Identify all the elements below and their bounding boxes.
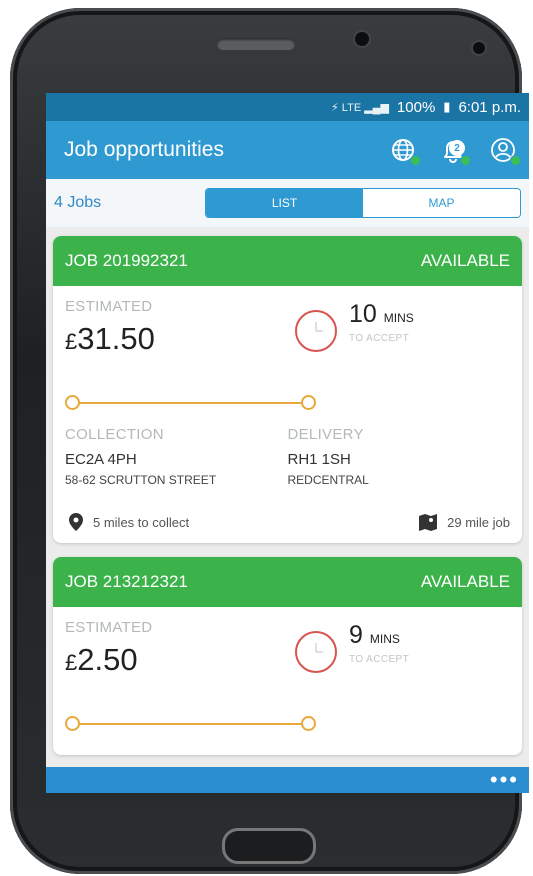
home-button[interactable] [222, 828, 316, 864]
collection-point-icon [65, 395, 80, 410]
globe-button[interactable] [389, 136, 421, 166]
delivery-postcode: RH1 1SH [287, 451, 351, 468]
phone-frame: ⚡ LTE ▂▄▆ 100% ▮ 6:01 p.m. Job opportuni… [10, 8, 529, 874]
accept-minutes: 10 MINS [349, 300, 414, 329]
minutes-unit: MINS [369, 632, 400, 646]
front-camera-icon [355, 32, 369, 46]
route-line [65, 384, 510, 426]
estimated-label: ESTIMATED [65, 619, 153, 636]
job-distance-text: 29 mile job [447, 514, 510, 530]
tab-list[interactable]: LIST [206, 189, 364, 217]
notifications-button[interactable]: 2 [439, 136, 471, 166]
status-bar: ⚡ LTE ▂▄▆ 100% ▮ 6:01 p.m. [46, 93, 529, 121]
minutes-value: 10 [349, 300, 377, 328]
notification-badge: 2 [449, 140, 465, 156]
list-controls: 4 Jobs LIST MAP [46, 179, 529, 227]
delivery-label: DELIVERY [287, 426, 364, 443]
app-screen: ⚡ LTE ▂▄▆ 100% ▮ 6:01 p.m. Job opportuni… [46, 93, 529, 793]
minutes-value: 9 [349, 621, 363, 649]
job-card-header: JOB 213212321 AVAILABLE [53, 557, 522, 607]
accept-label: TO ACCEPT [349, 654, 410, 665]
more-options-button[interactable]: ••• [490, 767, 519, 793]
currency-symbol: £ [65, 650, 78, 675]
location-pin-icon [69, 513, 83, 531]
map-icon [419, 514, 438, 531]
route-track [75, 723, 307, 725]
currency-symbol: £ [65, 329, 78, 354]
job-card[interactable]: JOB 213212321 AVAILABLE ESTIMATED £2.50 [53, 557, 522, 755]
job-id: JOB 213212321 [65, 572, 188, 591]
delivery-street: REDCENTRAL [287, 473, 369, 487]
route-track [75, 402, 307, 404]
collection-label: COLLECTION [65, 426, 164, 443]
collection-point-icon [65, 716, 80, 731]
accept-minutes: 9 MINS [349, 621, 409, 650]
delivery-point-icon [301, 716, 316, 731]
battery-icon: ▮ [443, 99, 451, 114]
page-title: Job opportunities [64, 138, 224, 161]
collection-postcode: EC2A 4PH [65, 451, 137, 468]
battery-percent: 100% [396, 98, 436, 116]
bell-status-dot [460, 155, 471, 166]
job-list: JOB 201992321 AVAILABLE ESTIMATED £31.50 [46, 236, 529, 755]
price-value: 2.50 [77, 642, 138, 677]
account-status-dot [510, 155, 521, 166]
clock-icon [295, 310, 337, 352]
collection-street: 58-62 SCRUTTON STREET [65, 473, 217, 487]
job-card[interactable]: JOB 201992321 AVAILABLE ESTIMATED £31.50 [53, 236, 522, 543]
globe-status-dot [410, 155, 421, 166]
collect-distance-text: 5 miles to collect [93, 514, 190, 530]
phone-speaker [217, 38, 295, 50]
job-distance: 29 mile job [417, 511, 510, 533]
clock-icon [295, 631, 337, 673]
job-price: £31.50 [65, 321, 293, 357]
job-id: JOB 201992321 [65, 251, 188, 270]
app-bar: Job opportunities 2 [46, 121, 529, 179]
job-card-header: JOB 201992321 AVAILABLE [53, 236, 522, 286]
job-price: £2.50 [65, 642, 293, 678]
collect-distance: 5 miles to collect [65, 511, 189, 533]
job-distances: 5 miles to collect 29 mile job [65, 509, 510, 535]
signal-icons: ⚡ LTE ▂▄▆ [331, 101, 389, 114]
delivery-point-icon [301, 395, 316, 410]
bottom-bar: ••• [46, 767, 529, 793]
view-toggle: LIST MAP [205, 188, 521, 218]
job-card-body: ESTIMATED £2.50 9 MINS TO ACCEPT [53, 607, 522, 755]
sensor-icon [473, 42, 485, 54]
minutes-unit: MINS [383, 311, 414, 325]
jobs-count: 4 Jobs [54, 194, 102, 211]
accept-label: TO ACCEPT [349, 333, 410, 344]
route-line [65, 705, 510, 747]
job-status: AVAILABLE [420, 251, 510, 270]
job-status: AVAILABLE [420, 572, 510, 591]
status-time: 6:01 p.m. [458, 98, 521, 116]
job-card-body: ESTIMATED £31.50 10 MINS TO ACCEPT COLLE… [53, 286, 522, 543]
account-button[interactable] [489, 136, 521, 166]
tab-map[interactable]: MAP [363, 189, 520, 217]
price-value: 31.50 [77, 321, 155, 356]
addresses: COLLECTION EC2A 4PH 58-62 SCRUTTON STREE… [65, 426, 510, 487]
estimated-label: ESTIMATED [65, 298, 153, 315]
